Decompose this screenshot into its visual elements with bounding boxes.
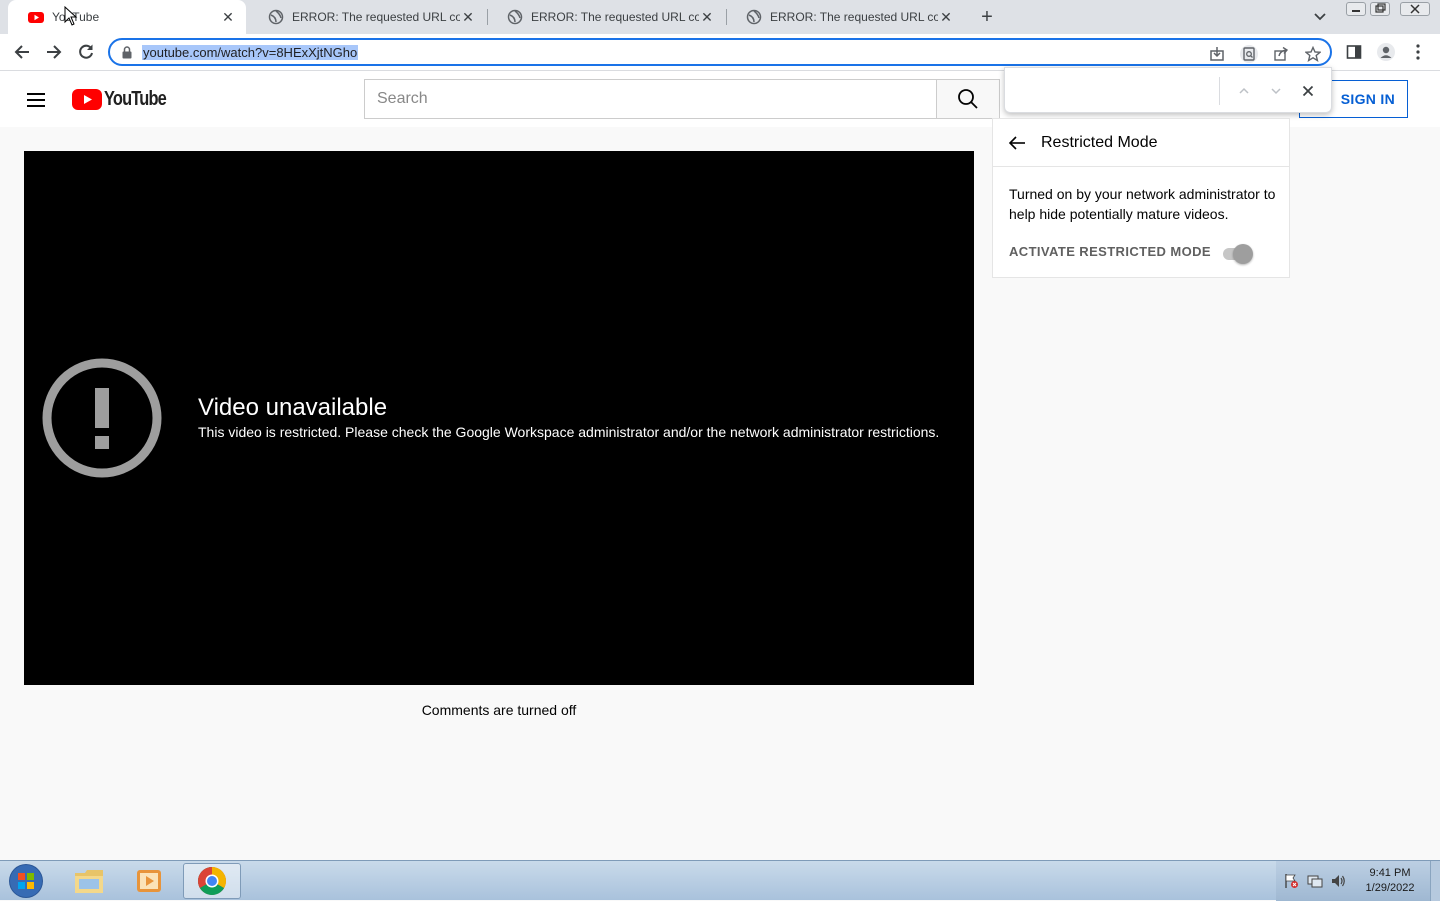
tab-close-icon[interactable]: ✕ (938, 9, 954, 25)
close-window-button[interactable] (1400, 2, 1430, 16)
forward-button[interactable] (42, 40, 66, 64)
back-arrow-icon[interactable] (1007, 133, 1027, 153)
show-desktop-button[interactable] (1430, 861, 1440, 901)
search-input-container (364, 79, 937, 119)
restore-window-button[interactable] (1370, 2, 1390, 16)
find-in-page-icon[interactable] (1240, 45, 1258, 63)
chevron-down-icon (1271, 88, 1281, 95)
browser-tab-strip: YouTube ✕ ERROR: The requested URL could… (0, 0, 1440, 34)
search-button[interactable] (936, 79, 1000, 119)
reload-icon (79, 44, 93, 59)
youtube-logo[interactable]: YouTube (72, 88, 180, 110)
globe-icon (268, 9, 284, 25)
exclamation-alert-icon (42, 358, 162, 478)
tab-title: ERROR: The requested URL could not be re… (770, 10, 938, 24)
search-icon (958, 89, 978, 109)
tab-title: ERROR: The requested URL could not be re… (531, 10, 699, 24)
tab-error-2[interactable]: ERROR: The requested URL could not be re… (487, 0, 725, 34)
chevron-up-icon (1239, 87, 1249, 94)
mouse-cursor-icon (64, 6, 78, 26)
find-previous-button[interactable] (1234, 81, 1254, 101)
volume-icon[interactable] (1330, 873, 1346, 889)
back-button[interactable] (10, 40, 34, 64)
error-message: This video is restricted. Please check t… (198, 424, 940, 440)
arrow-left-icon (14, 45, 29, 59)
new-tab-button[interactable]: + (976, 6, 998, 28)
youtube-play-logo-icon (72, 88, 102, 110)
logo-wordmark: YouTube (104, 87, 167, 110)
network-icon[interactable] (1307, 873, 1323, 889)
tab-error-1[interactable]: ERROR: The requested URL could not be re… (248, 0, 486, 34)
globe-icon (507, 9, 523, 25)
restricted-mode-title: Restricted Mode (1041, 134, 1158, 151)
tab-close-icon[interactable]: ✕ (699, 9, 715, 25)
search-input[interactable] (365, 80, 936, 118)
minimize-icon (1352, 10, 1360, 12)
profile-avatar-icon[interactable] (1376, 42, 1396, 62)
reload-button[interactable] (74, 40, 98, 64)
close-icon (1410, 4, 1420, 14)
folder-icon (75, 870, 103, 893)
url-text[interactable]: youtube.com/watch?v=8HExXjtNGho (142, 45, 359, 60)
taskbar-media-player[interactable] (120, 863, 178, 899)
restricted-mode-toggle[interactable] (1221, 244, 1253, 264)
taskbar-google-chrome[interactable] (183, 863, 241, 899)
share-icon[interactable] (1272, 45, 1290, 63)
side-panel-icon[interactable] (1344, 42, 1364, 62)
install-app-icon[interactable] (1208, 45, 1226, 63)
restricted-mode-panel: Restricted Mode Turned on by your networ… (992, 118, 1290, 278)
action-center-flag-icon[interactable] (1283, 873, 1299, 889)
find-close-button[interactable] (1298, 81, 1318, 101)
minimize-window-button[interactable] (1346, 2, 1366, 16)
comments-status: Comments are turned off (421, 702, 577, 718)
error-title: Video unavailable (198, 394, 388, 421)
windows-start-orb-icon (9, 864, 43, 898)
media-player-icon (137, 870, 161, 892)
arrow-right-icon (47, 45, 62, 59)
find-next-button[interactable] (1266, 81, 1286, 101)
start-button[interactable] (6, 863, 46, 899)
close-icon (1302, 85, 1314, 97)
tab-close-icon[interactable]: ✕ (460, 9, 476, 25)
hamburger-menu-icon[interactable] (24, 88, 48, 112)
taskbar-file-explorer[interactable] (60, 863, 118, 899)
restricted-mode-description: Turned on by your network administrator … (1009, 186, 1276, 222)
address-bar[interactable]: youtube.com/watch?v=8HExXjtNGho (108, 38, 1332, 66)
browser-menu-kebab-icon[interactable] (1408, 42, 1428, 62)
globe-icon (746, 9, 762, 25)
browser-toolbar: youtube.com/watch?v=8HExXjtNGho (0, 34, 1440, 71)
bookmark-star-icon[interactable] (1304, 45, 1322, 63)
windows-taskbar: 9:41 PM 1/29/2022 (0, 860, 1440, 901)
youtube-favicon-icon (28, 12, 44, 23)
chrome-icon (198, 867, 226, 895)
find-in-page-bar (1004, 67, 1332, 113)
restricted-mode-header: Restricted Mode (993, 119, 1289, 167)
restricted-mode-toggle-label: ACTIVATE RESTRICTED MODE (1009, 244, 1211, 259)
tab-close-icon[interactable]: ✕ (220, 9, 236, 25)
find-divider (1219, 77, 1220, 105)
tab-search-chevron-icon[interactable] (1311, 9, 1329, 25)
find-input[interactable] (1015, 76, 1215, 104)
clock-time: 9:41 PM (1369, 867, 1411, 879)
tab-youtube[interactable]: YouTube ✕ (8, 0, 246, 34)
clock-date: 1/29/2022 (1365, 882, 1415, 894)
taskbar-clock[interactable]: 9:41 PM 1/29/2022 (1352, 866, 1428, 896)
tab-title: ERROR: The requested URL could not be re… (292, 10, 460, 24)
video-player[interactable]: Video unavailable This video is restrict… (24, 151, 974, 685)
restore-icon (1375, 3, 1386, 13)
tab-error-3[interactable]: ERROR: The requested URL could not be re… (726, 0, 964, 34)
lock-icon[interactable] (122, 46, 132, 59)
toggle-knob (1233, 244, 1253, 264)
